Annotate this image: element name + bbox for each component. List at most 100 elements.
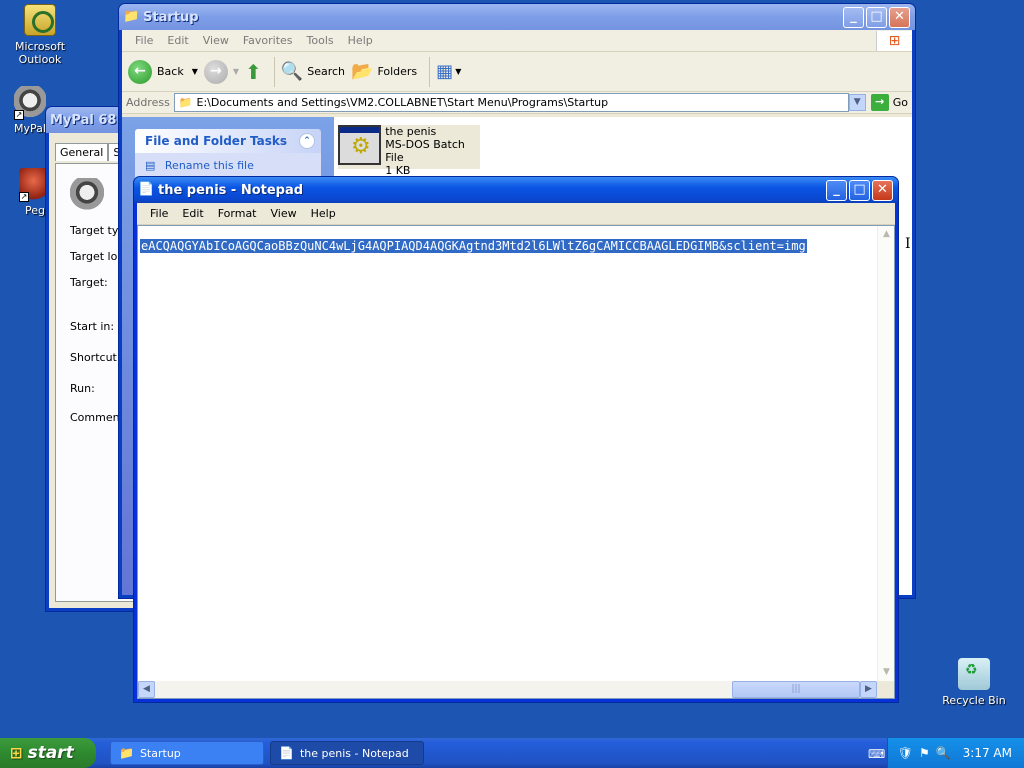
taskbar-button-startup[interactable]: 📁 Startup [110, 741, 264, 765]
file-info: the penis MS-DOS Batch File 1 KB [385, 125, 480, 177]
security-shield-icon[interactable]: 🛡 [898, 746, 913, 760]
notepad-icon: 📄 [279, 746, 294, 760]
horizontal-scrollbar[interactable]: ◀ ||| ▶ [138, 681, 877, 698]
file-name: the penis [385, 125, 437, 138]
desktop-icon-outlook[interactable]: Microsoft Outlook [0, 4, 80, 66]
tab-general[interactable]: General [55, 143, 109, 161]
search-label: Search [307, 65, 346, 78]
taskbar-button-notepad[interactable]: 📄 the penis - Notepad [270, 741, 424, 765]
minimize-button[interactable]: _ [843, 6, 864, 28]
task-box-title: File and Folder Tasks [145, 134, 288, 148]
windows-logo-icon: ⊞ [876, 30, 912, 51]
notepad-menubar: File Edit Format View Help [137, 203, 895, 225]
notepad-titlebar[interactable]: 📄 the penis - Notepad _ □ ✕ [134, 177, 898, 203]
folders-label: Folders [377, 65, 418, 78]
folders-button[interactable]: 📂 Folders [351, 61, 417, 82]
menu-help[interactable]: Help [304, 207, 343, 220]
dropdown-arrow-icon: ▼ [232, 67, 240, 76]
run-label: Run: [70, 382, 95, 395]
task-rename-label: Rename this file [164, 159, 254, 172]
scroll-down-button[interactable]: ▼ [878, 664, 895, 681]
scrollbar-corner [877, 681, 894, 698]
search-icon[interactable]: 🔍 [936, 746, 951, 760]
address-input[interactable]: 📁 E:\Documents and Settings\VM2.COLLABNE… [173, 93, 849, 112]
forward-arrow-icon: → [203, 59, 228, 84]
raccoon-icon: ↗ [14, 86, 46, 120]
file-item-batch[interactable]: the penis MS-DOS Batch File 1 KB [338, 125, 480, 177]
menu-file[interactable]: File [128, 34, 160, 47]
menu-format[interactable]: Format [211, 207, 264, 220]
menu-favorites[interactable]: Favorites [236, 34, 300, 47]
folder-icon: 📁 [123, 9, 140, 24]
start-button[interactable]: ⊞ start [0, 738, 96, 768]
folder-icon: 📁 [119, 746, 134, 760]
horizontal-scroll-thumb[interactable]: ||| [732, 681, 860, 698]
notepad-icon: 📄 [138, 182, 155, 197]
target-label: Target: [70, 276, 108, 289]
address-value: E:\Documents and Settings\VM2.COLLABNET\… [196, 96, 609, 109]
toolbar-separator [429, 56, 431, 87]
start-label: start [27, 743, 74, 763]
toolbar-separator [273, 56, 275, 87]
close-button[interactable]: ✕ [889, 6, 910, 28]
notepad-text-area[interactable]: eACQAQGYAbICoAGQCaoBBzQuNC4wLjG4AQPIAQD4… [137, 225, 895, 699]
menu-edit[interactable]: Edit [160, 34, 195, 47]
views-icon: ▦ [436, 61, 454, 82]
shortcut-arrow-icon: ↗ [14, 110, 24, 120]
search-icon: 🔍 [280, 61, 304, 82]
address-dropdown-button[interactable]: ▼ [848, 94, 866, 111]
network-icon[interactable]: ⚑ [919, 746, 930, 760]
maximize-button[interactable]: □ [849, 179, 870, 201]
scroll-left-button[interactable]: ◀ [138, 681, 155, 698]
task-rename-file[interactable]: ▤ Rename this file [145, 159, 311, 172]
desktop-icon-label: Recycle Bin [942, 694, 1006, 707]
desktop-icon-recycle-bin[interactable]: Recycle Bin [934, 658, 1014, 707]
back-label: Back [157, 65, 184, 78]
keyboard-icon[interactable]: ⌨ [868, 747, 885, 761]
up-folder-button[interactable]: ⬆ [245, 60, 262, 84]
explorer-toolbar: ← Back ▼ → ▼ ⬆ 🔍 Search 📂 Folders ▦ ▼ [122, 52, 912, 92]
scroll-right-button[interactable]: ▶ [860, 681, 877, 698]
minimize-button[interactable]: _ [826, 179, 847, 201]
close-button[interactable]: ✕ [872, 179, 893, 201]
explorer-titlebar[interactable]: 📁 Startup _ □ ✕ [119, 4, 915, 30]
folder-icon: 📁 [178, 96, 193, 109]
file-type: MS-DOS Batch File [385, 138, 465, 164]
mypal-tabs: General S [55, 143, 126, 161]
notepad-window: 📄 the penis - Notepad _ □ ✕ File Edit Fo… [133, 176, 899, 703]
explorer-title: Startup [143, 9, 199, 25]
windows-flag-icon: ⊞ [10, 744, 23, 762]
views-button[interactable]: ▦ ▼ [436, 61, 461, 82]
search-button[interactable]: 🔍 Search [281, 61, 345, 82]
menu-view[interactable]: View [196, 34, 236, 47]
notepad-title: the penis - Notepad [158, 182, 304, 198]
clock[interactable]: 3:17 AM [963, 746, 1012, 760]
collapse-chevron-icon[interactable]: ⌃ [299, 133, 315, 149]
menu-tools[interactable]: Tools [300, 34, 341, 47]
menu-help[interactable]: Help [341, 34, 380, 47]
go-arrow-icon: → [870, 94, 889, 111]
menu-edit[interactable]: Edit [175, 207, 210, 220]
selected-text[interactable]: eACQAQGYAbICoAGQCaoBBzQuNC4wLjG4AQPIAQD4… [140, 239, 807, 253]
system-tray: 🛡 ⚑ 🔍 3:17 AM [886, 738, 1024, 768]
address-label: Address [126, 96, 170, 109]
folders-icon: 📂 [351, 61, 374, 82]
address-bar: Address 📁 E:\Documents and Settings\VM2.… [122, 92, 912, 114]
maximize-button[interactable]: □ [866, 6, 887, 28]
taskbar-button-label: Startup [139, 746, 181, 760]
forward-button[interactable]: → ▼ [203, 59, 240, 84]
text-cursor-icon: I [905, 236, 911, 252]
task-box-header[interactable]: File and Folder Tasks ⌃ [135, 129, 321, 153]
scroll-up-button[interactable]: ▲ [878, 226, 895, 243]
raccoon-icon [70, 178, 104, 210]
menu-view[interactable]: View [264, 207, 304, 220]
menu-file[interactable]: File [143, 207, 175, 220]
target-location-label: Target loc [70, 250, 124, 263]
rename-icon: ▤ [145, 159, 156, 172]
back-button[interactable]: ← Back ▼ [128, 59, 198, 84]
up-folder-icon: ⬆ [245, 59, 262, 84]
vertical-scrollbar[interactable]: ▲ ▼ [877, 226, 894, 681]
back-arrow-icon: ← [128, 59, 152, 84]
recycle-bin-icon [958, 658, 990, 690]
go-button[interactable]: → Go [870, 94, 908, 111]
